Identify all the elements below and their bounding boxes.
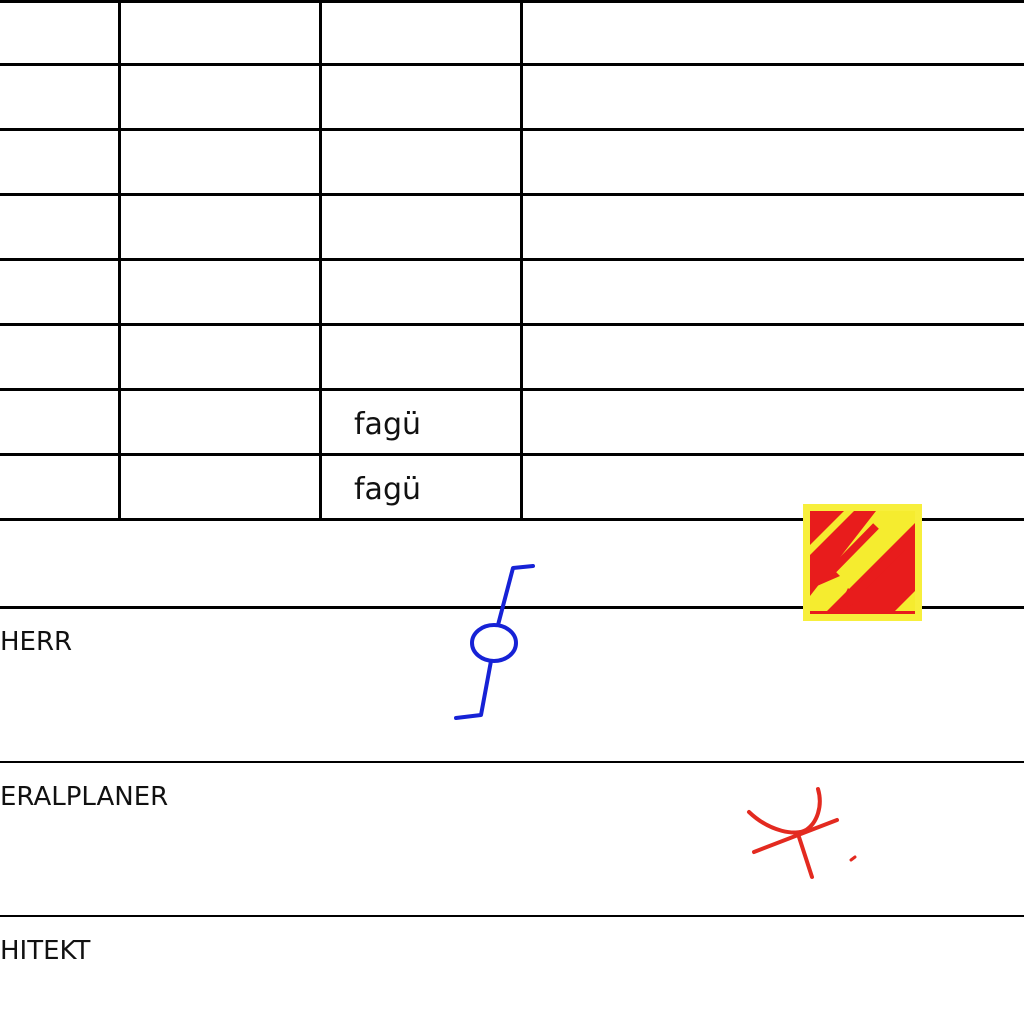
hatched-arrows-icon bbox=[803, 504, 922, 621]
